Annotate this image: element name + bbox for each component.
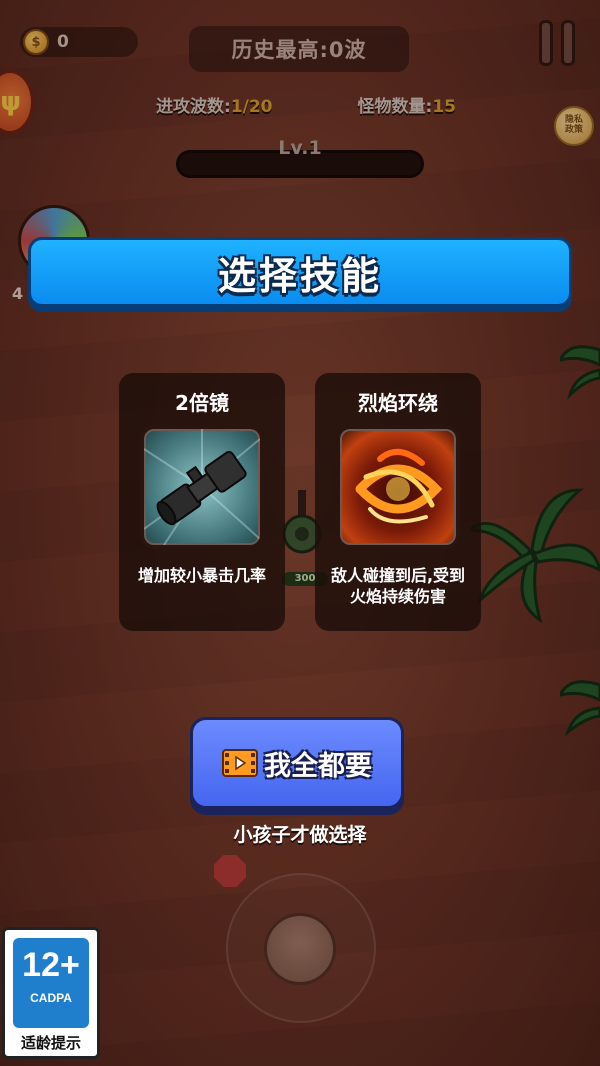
skill-name: 2倍镜 bbox=[175, 391, 229, 415]
modal-overlay bbox=[0, 0, 600, 1066]
skill-description: 增加较小暴击几率 bbox=[137, 566, 266, 585]
age-rating-org: CADPA bbox=[30, 991, 72, 1005]
skill-description: 敌人碰撞到后,受到火焰持续伤害 bbox=[330, 566, 466, 606]
claim-all-button[interactable]: 我全都要 bbox=[190, 717, 404, 809]
flame-ring-icon bbox=[336, 425, 460, 549]
claim-all-label: 我全都要 bbox=[264, 750, 372, 782]
skill-card-flame-ring[interactable]: 烈焰环绕 敌人碰撞到后,受到火焰持续伤害 bbox=[315, 373, 481, 631]
scope-icon bbox=[140, 425, 264, 549]
age-rating-caption: 适龄提示 bbox=[20, 1034, 81, 1052]
dialog-title: 选择技能 bbox=[217, 253, 382, 298]
skill-name: 烈焰环绕 bbox=[358, 391, 438, 415]
skip-choice-text[interactable]: 小孩子才做选择 bbox=[150, 820, 450, 847]
age-rating-number: 12+ bbox=[22, 946, 80, 984]
select-skill-banner: 选择技能 bbox=[28, 237, 572, 307]
video-ad-icon bbox=[222, 749, 258, 777]
age-rating-badge: 12+ CADPA 适龄提示 bbox=[2, 927, 100, 1059]
skill-card-scope[interactable]: 2倍镜 增加较小暴击几率 bbox=[119, 373, 285, 631]
